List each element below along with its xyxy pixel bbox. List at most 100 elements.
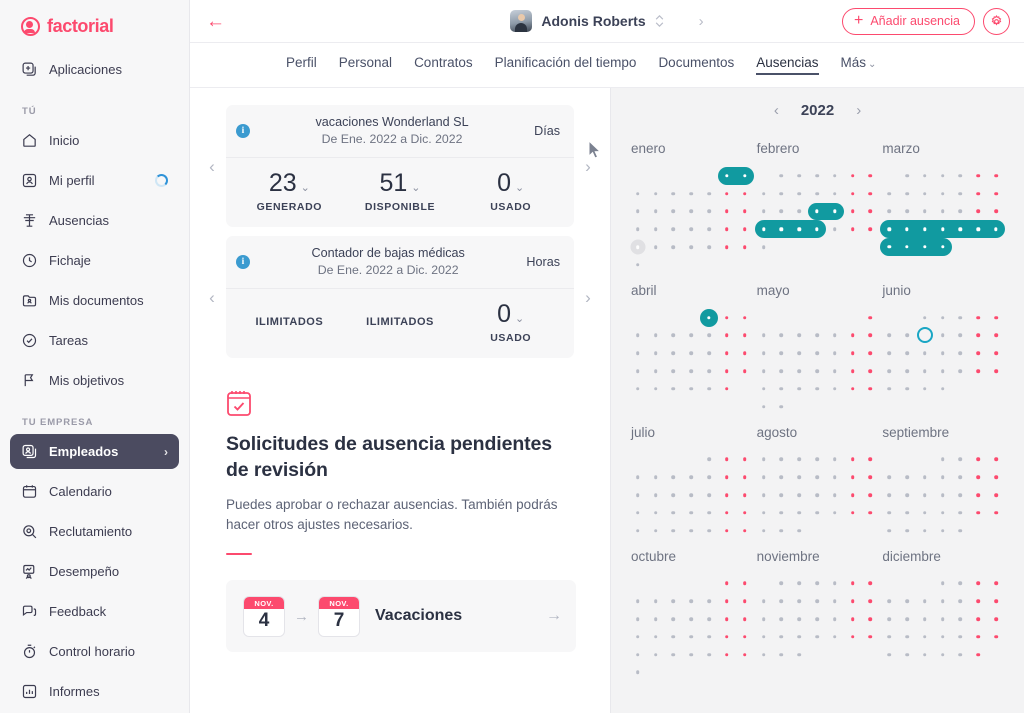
- calendar-day[interactable]: [934, 468, 952, 486]
- calendar-day[interactable]: [844, 575, 862, 593]
- calendar-day[interactable]: [772, 575, 790, 593]
- sidebar-item-desempeno[interactable]: Desempeño: [10, 554, 179, 589]
- calendar-day[interactable]: [755, 522, 773, 540]
- calendar-day[interactable]: [665, 327, 683, 345]
- calendar-day[interactable]: [772, 610, 790, 628]
- calendar-day[interactable]: [755, 504, 773, 522]
- calendar-day[interactable]: [844, 592, 862, 610]
- tab-mas[interactable]: Más ⌄: [841, 55, 877, 75]
- calendar-day[interactable]: [861, 504, 879, 522]
- calendar-day[interactable]: [772, 344, 790, 362]
- calendar-day[interactable]: [700, 327, 718, 345]
- chevron-right-icon[interactable]: ›: [856, 103, 861, 118]
- calendar-day[interactable]: [952, 327, 970, 345]
- calendar-day[interactable]: [987, 504, 1005, 522]
- tab-planificacion-del-tiempo[interactable]: Planificación del tiempo: [495, 55, 637, 75]
- calendar-day[interactable]: [934, 451, 952, 469]
- calendar-day[interactable]: [700, 592, 718, 610]
- calendar-day[interactable]: [647, 468, 665, 486]
- calendar-day[interactable]: [952, 167, 970, 185]
- calendar-day[interactable]: [665, 238, 683, 256]
- calendar-day[interactable]: [629, 486, 647, 504]
- calendar-day[interactable]: [629, 522, 647, 540]
- calendar-day[interactable]: [700, 344, 718, 362]
- calendar-day[interactable]: [951, 220, 970, 239]
- sidebar-item-mis-objetivos[interactable]: Mis objetivos: [10, 363, 179, 398]
- calendar-day[interactable]: [898, 380, 916, 398]
- calendar-day[interactable]: [665, 646, 683, 664]
- calendar-day[interactable]: [790, 167, 808, 185]
- calendar-day[interactable]: [915, 238, 934, 256]
- calendar-day[interactable]: [700, 238, 718, 256]
- calendar-day[interactable]: [647, 486, 665, 504]
- calendar-day[interactable]: [700, 486, 718, 504]
- calendar-day[interactable]: [629, 185, 647, 203]
- calendar-day[interactable]: [898, 646, 916, 664]
- calendar-day[interactable]: [987, 167, 1005, 185]
- calendar-day[interactable]: [718, 468, 736, 486]
- calendar-day[interactable]: [700, 451, 718, 469]
- calendar-day[interactable]: [755, 451, 773, 469]
- calendar-day[interactable]: [682, 486, 700, 504]
- calendar-day[interactable]: [755, 610, 773, 628]
- person-stepper[interactable]: [655, 15, 664, 27]
- calendar-day[interactable]: [665, 628, 683, 646]
- sidebar-item-aplicaciones[interactable]: Aplicaciones: [10, 52, 179, 87]
- calendar-day[interactable]: [772, 468, 790, 486]
- calendar-day[interactable]: [736, 309, 754, 327]
- calendar-day[interactable]: [934, 362, 952, 380]
- calendar-day[interactable]: [647, 185, 665, 203]
- calendar-day[interactable]: [952, 628, 970, 646]
- calendar-day[interactable]: [736, 238, 754, 256]
- calendar-day[interactable]: [700, 362, 718, 380]
- stat-generado[interactable]: 23 ⌄ GENERADO: [234, 169, 345, 213]
- calendar-day[interactable]: [665, 185, 683, 203]
- stat-disponible[interactable]: 51 ⌄ DISPONIBLE: [345, 169, 456, 213]
- calendar-day[interactable]: [969, 362, 987, 380]
- calendar-day[interactable]: [682, 203, 700, 221]
- calendar-day[interactable]: [898, 238, 916, 256]
- calendar-day[interactable]: [880, 628, 898, 646]
- calendar-day[interactable]: [772, 522, 790, 540]
- calendar-day[interactable]: [952, 203, 970, 221]
- calendar-day[interactable]: [916, 486, 934, 504]
- calendar-day[interactable]: [700, 468, 718, 486]
- calendar-day[interactable]: [790, 575, 808, 593]
- sidebar-item-inicio[interactable]: Inicio: [10, 123, 179, 158]
- list-item[interactable]: NOV. 4 → NOV. 7 Vacaciones →: [226, 580, 576, 653]
- chevron-left-icon[interactable]: ‹: [198, 158, 226, 175]
- calendar-day[interactable]: [916, 203, 934, 221]
- calendar-day[interactable]: [665, 486, 683, 504]
- sidebar-item-fichaje[interactable]: Fichaje: [10, 243, 179, 278]
- calendar-day[interactable]: [755, 592, 773, 610]
- calendar-day[interactable]: [987, 610, 1005, 628]
- calendar-day[interactable]: [700, 203, 718, 221]
- calendar-day[interactable]: [629, 380, 647, 398]
- calendar-day[interactable]: [647, 522, 665, 540]
- calendar-day[interactable]: [808, 592, 826, 610]
- calendar-day[interactable]: [916, 468, 934, 486]
- calendar-day[interactable]: [772, 398, 790, 416]
- calendar-day[interactable]: [826, 185, 844, 203]
- calendar-day[interactable]: [629, 220, 647, 238]
- calendar-day[interactable]: [861, 575, 879, 593]
- calendar-day[interactable]: [934, 575, 952, 593]
- calendar-day[interactable]: [880, 185, 898, 203]
- calendar-day[interactable]: [898, 468, 916, 486]
- calendar-day[interactable]: [952, 646, 970, 664]
- calendar-day[interactable]: [880, 344, 898, 362]
- calendar-day[interactable]: [790, 203, 808, 221]
- calendar-day[interactable]: [755, 486, 773, 504]
- calendar-day[interactable]: [700, 220, 718, 238]
- calendar-day[interactable]: [808, 486, 826, 504]
- calendar-day[interactable]: [682, 380, 700, 398]
- calendar-day[interactable]: [880, 504, 898, 522]
- calendar-day[interactable]: [682, 344, 700, 362]
- calendar-day[interactable]: [898, 203, 916, 221]
- calendar-day[interactable]: [808, 344, 826, 362]
- calendar-day[interactable]: [934, 646, 952, 664]
- calendar-day[interactable]: [772, 185, 790, 203]
- stat-usado[interactable]: 0 ⌄ USADO: [455, 300, 566, 344]
- calendar-day[interactable]: [790, 451, 808, 469]
- calendar-day[interactable]: [700, 646, 718, 664]
